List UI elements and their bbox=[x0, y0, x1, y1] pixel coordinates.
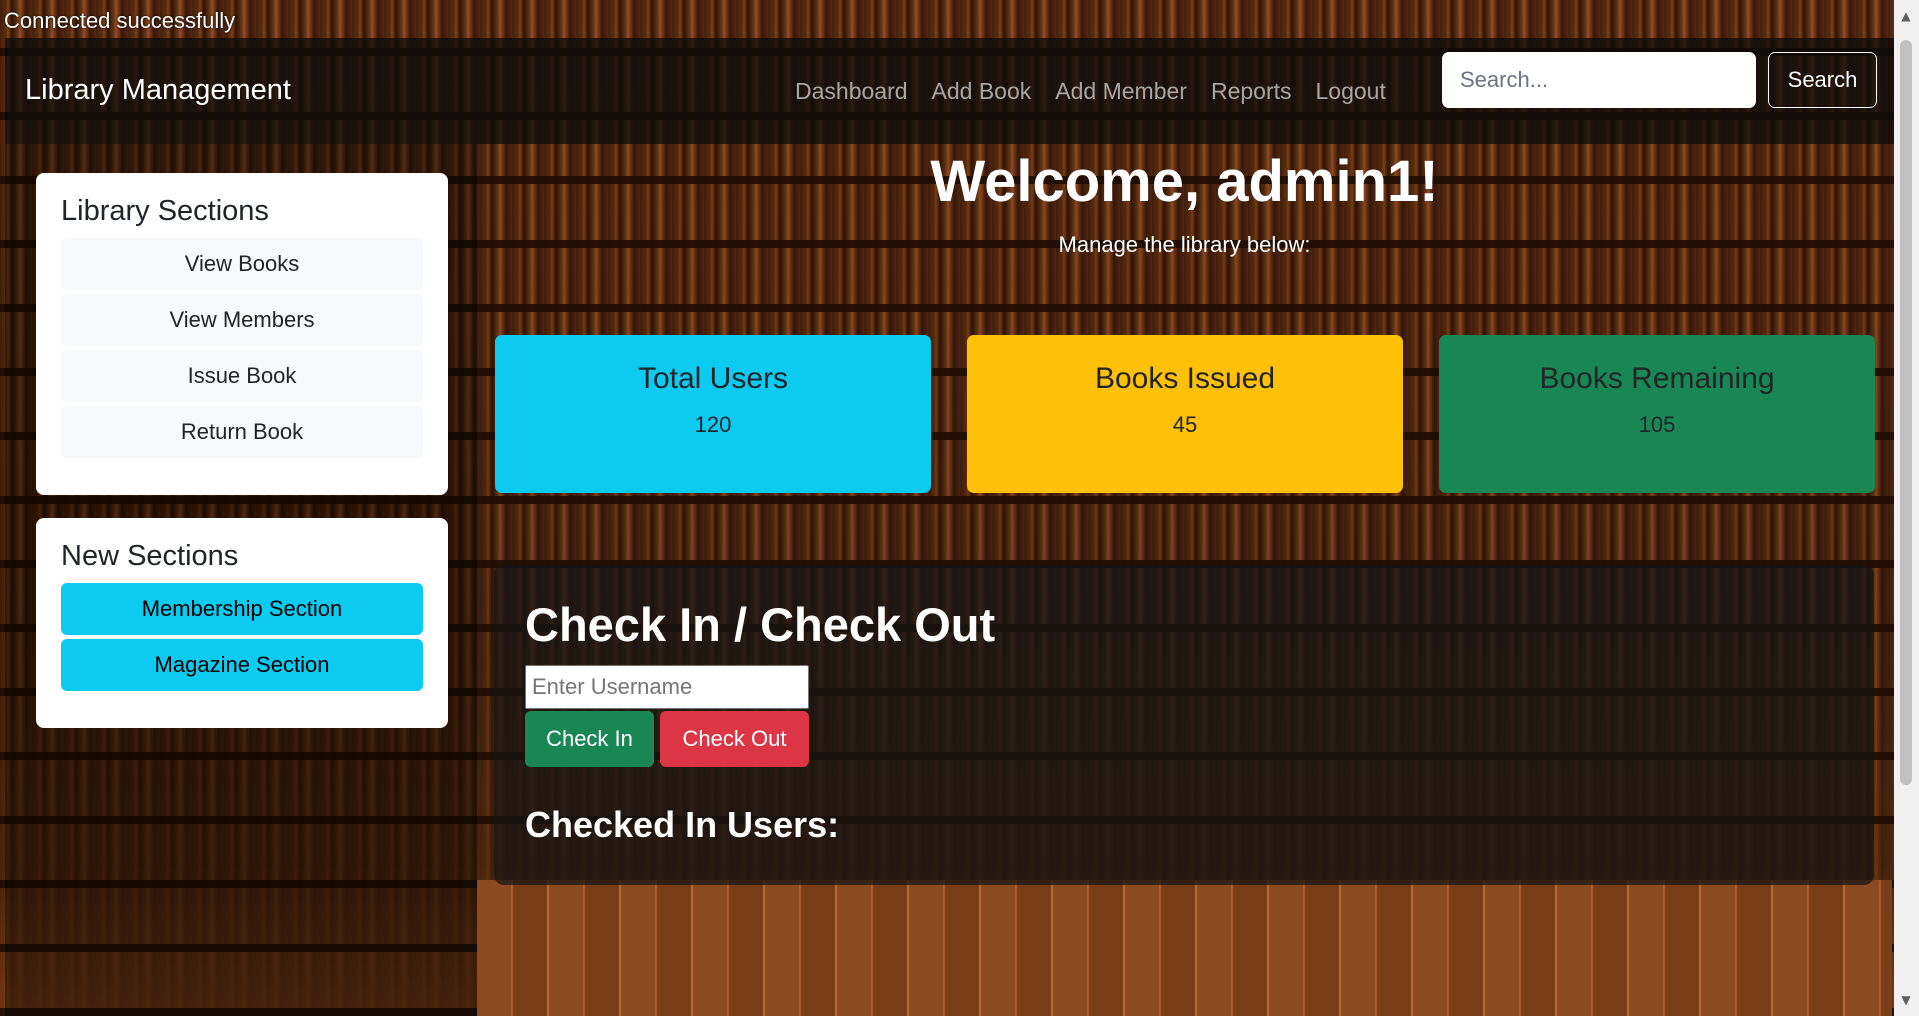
check-in-out-panel: Check In / Check Out Check In Check Out … bbox=[494, 565, 1874, 885]
checked-in-users-title: Checked In Users: bbox=[525, 804, 840, 845]
sidebar: Library Sections View Books View Members… bbox=[5, 144, 477, 1016]
username-input[interactable] bbox=[525, 665, 809, 709]
nav-link-add-book[interactable]: Add Book bbox=[932, 78, 1032, 105]
library-sections-title: Library Sections bbox=[61, 195, 269, 227]
stat-value-books-issued: 45 bbox=[1172, 412, 1198, 437]
view-members-button[interactable]: View Members bbox=[61, 294, 423, 346]
stat-card-books-issued: Books Issued 45 bbox=[967, 335, 1403, 493]
stat-card-books-remaining: Books Remaining 105 bbox=[1439, 335, 1875, 493]
search-button[interactable]: Search bbox=[1768, 52, 1877, 108]
welcome-subtitle: Manage the library below: bbox=[1058, 232, 1311, 257]
navbar: Library Management Dashboard Add Book Ad… bbox=[5, 38, 1894, 144]
stat-title-total-users: Total Users bbox=[637, 362, 789, 395]
issue-book-button[interactable]: Issue Book bbox=[61, 350, 423, 402]
check-in-out-title: Check In / Check Out bbox=[525, 598, 996, 651]
new-sections-card: New Sections Membership Section Magazine… bbox=[36, 518, 448, 728]
connection-status: Connected successfully bbox=[4, 8, 236, 33]
brand-title[interactable]: Library Management bbox=[25, 74, 291, 107]
scrollbar-thumb[interactable] bbox=[1900, 40, 1912, 785]
search-input[interactable] bbox=[1442, 52, 1756, 108]
library-floor bbox=[477, 880, 1892, 1016]
view-books-button[interactable]: View Books bbox=[61, 238, 423, 290]
stat-value-total-users: 120 bbox=[694, 412, 732, 437]
check-in-button[interactable]: Check In bbox=[525, 711, 654, 767]
scroll-down-icon[interactable]: ▼ bbox=[1899, 994, 1913, 1006]
nav-link-dashboard[interactable]: Dashboard bbox=[795, 78, 908, 105]
return-book-button[interactable]: Return Book bbox=[61, 406, 423, 458]
nav-link-logout[interactable]: Logout bbox=[1316, 78, 1386, 105]
nav-link-reports[interactable]: Reports bbox=[1211, 78, 1292, 105]
stat-value-books-remaining: 105 bbox=[1638, 412, 1676, 437]
stat-title-books-remaining: Books Remaining bbox=[1539, 362, 1775, 395]
scroll-up-icon[interactable]: ▲ bbox=[1899, 10, 1913, 22]
library-sections-card: Library Sections View Books View Members… bbox=[36, 173, 448, 495]
nav-link-add-member[interactable]: Add Member bbox=[1055, 78, 1187, 105]
check-out-button[interactable]: Check Out bbox=[660, 711, 809, 767]
welcome-heading: Welcome, admin1! bbox=[930, 149, 1439, 214]
stat-card-total-users: Total Users 120 bbox=[495, 335, 931, 493]
nav-links: Dashboard Add Book Add Member Reports Lo… bbox=[795, 78, 1386, 105]
stat-title-books-issued: Books Issued bbox=[1094, 362, 1276, 395]
magazine-section-button[interactable]: Magazine Section bbox=[61, 639, 423, 691]
new-sections-title: New Sections bbox=[61, 540, 239, 572]
membership-section-button[interactable]: Membership Section bbox=[61, 583, 423, 635]
